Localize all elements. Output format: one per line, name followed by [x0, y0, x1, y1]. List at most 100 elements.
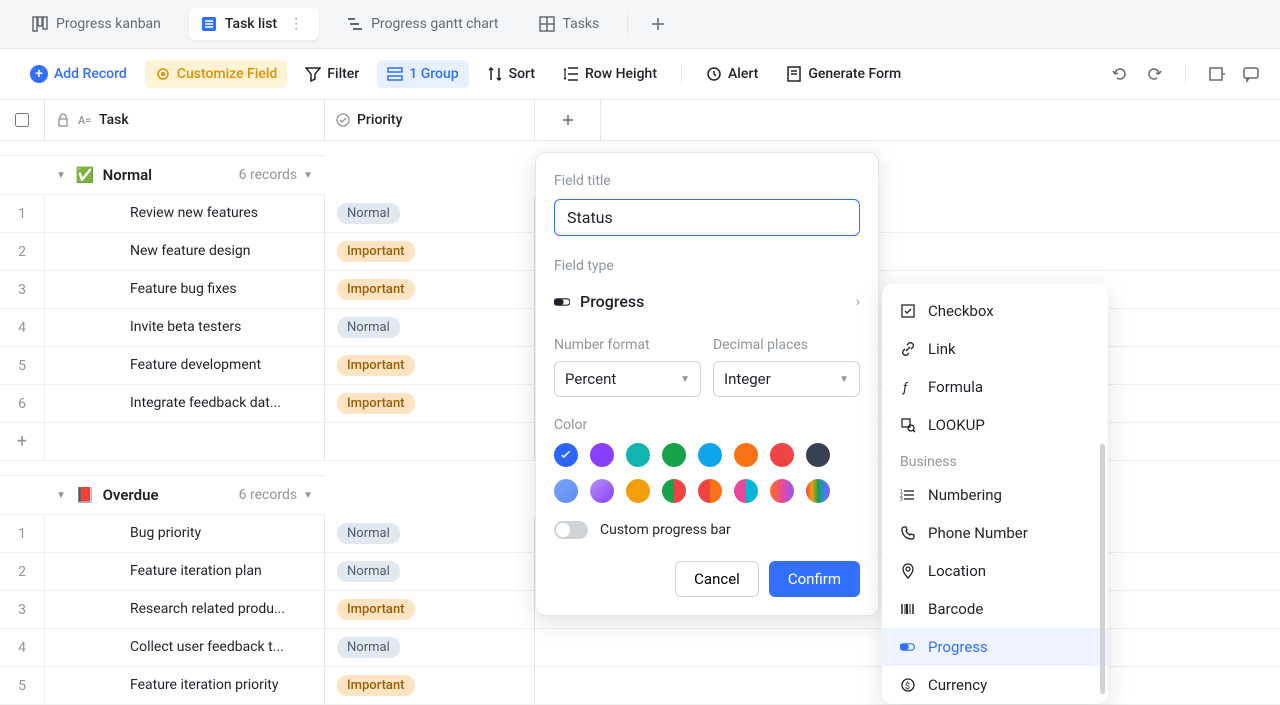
type-option-location[interactable]: Location — [882, 552, 1108, 590]
toolbar-label: 1 Group — [409, 66, 458, 82]
row-height-icon — [563, 66, 579, 82]
cancel-button[interactable]: Cancel — [675, 561, 759, 597]
toolbar-label: Sort — [509, 66, 535, 82]
type-option-formula[interactable]: ƒ Formula — [882, 368, 1108, 406]
group-header[interactable]: ▼ 📕 Overdue 6 records ▼ — [0, 475, 325, 515]
confirm-button[interactable]: Confirm — [769, 561, 860, 597]
priority-cell[interactable]: Important — [325, 271, 535, 308]
priority-cell[interactable]: Normal — [325, 553, 535, 590]
add-tab-button[interactable] — [644, 10, 672, 38]
color-swatch[interactable] — [734, 443, 758, 467]
priority-cell[interactable]: Normal — [325, 515, 535, 552]
chevron-down-icon: ▼ — [680, 374, 690, 385]
priority-cell[interactable]: Important — [325, 233, 535, 270]
priority-cell[interactable]: Important — [325, 591, 535, 628]
toolbar-label: Row Height — [585, 66, 657, 82]
color-swatch[interactable] — [590, 479, 614, 503]
field-title-input[interactable] — [554, 199, 860, 236]
color-swatch[interactable] — [770, 479, 794, 503]
type-option-link[interactable]: Link — [882, 330, 1108, 368]
tab-progress-kanban[interactable]: Progress kanban — [20, 8, 173, 40]
row-index: 6 — [0, 385, 45, 422]
type-option-checkbox[interactable]: Checkbox — [882, 292, 1108, 330]
task-cell[interactable]: Review new features — [45, 195, 325, 232]
priority-cell[interactable]: Normal — [325, 309, 535, 346]
number-format-select[interactable]: Percent ▼ — [554, 361, 701, 397]
svg-text:$: $ — [905, 681, 910, 692]
priority-cell[interactable]: Important — [325, 347, 535, 384]
task-cell[interactable]: Research related produ... — [45, 591, 325, 628]
sort-button[interactable]: Sort — [477, 60, 545, 88]
priority-cell[interactable]: Important — [325, 667, 535, 704]
color-swatch[interactable] — [554, 479, 578, 503]
color-swatch[interactable] — [698, 479, 722, 503]
task-cell[interactable]: Integrate feedback dat... — [45, 385, 325, 422]
toolbar-right — [1111, 65, 1260, 83]
row-height-button[interactable]: Row Height — [553, 60, 667, 88]
tab-task-list[interactable]: Task list ⋮ — [189, 8, 319, 40]
priority-cell[interactable]: Important — [325, 385, 535, 422]
task-cell[interactable]: New feature design — [45, 233, 325, 270]
group-button[interactable]: 1 Group — [377, 60, 468, 88]
filter-button[interactable]: Filter — [295, 60, 369, 88]
column-header-priority[interactable]: Priority — [325, 100, 535, 140]
add-column-button[interactable] — [535, 100, 601, 140]
color-swatch[interactable] — [554, 443, 578, 467]
task-cell[interactable]: Feature iteration priority — [45, 667, 325, 704]
redo-icon[interactable] — [1145, 65, 1163, 83]
custom-progress-toggle[interactable] — [554, 521, 588, 539]
column-label: Task — [99, 112, 129, 128]
priority-cell[interactable]: Normal — [325, 195, 535, 232]
type-label: Numbering — [928, 486, 1002, 504]
type-option-barcode[interactable]: Barcode — [882, 590, 1108, 628]
tab-tasks[interactable]: Tasks — [527, 8, 612, 40]
color-swatch[interactable] — [590, 443, 614, 467]
task-cell[interactable]: Feature iteration plan — [45, 553, 325, 590]
type-label: Checkbox — [928, 302, 994, 320]
customize-field-button[interactable]: Customize Field — [145, 60, 287, 88]
tab-progress-gantt[interactable]: Progress gantt chart — [335, 8, 510, 40]
color-swatch[interactable] — [626, 479, 650, 503]
color-swatch[interactable] — [734, 479, 758, 503]
add-record-button[interactable]: + Add Record — [20, 59, 137, 89]
priority-badge: Normal — [337, 637, 400, 658]
search-icon[interactable] — [1208, 65, 1226, 83]
row-index: 4 — [0, 629, 45, 666]
color-swatch[interactable] — [698, 443, 722, 467]
priority-cell[interactable]: Normal — [325, 629, 535, 666]
color-swatch[interactable] — [806, 479, 830, 503]
select-all-checkbox[interactable] — [0, 100, 45, 140]
group-header[interactable]: ▼ ✅ Normal 6 records ▼ — [0, 155, 325, 195]
type-option-lookup[interactable]: LOOKUP — [882, 406, 1108, 444]
type-option-progress[interactable]: Progress — [882, 628, 1108, 666]
column-header-task[interactable]: A= Task — [45, 100, 325, 140]
row-index: 1 — [0, 515, 45, 552]
task-cell[interactable]: Collect user feedback t... — [45, 629, 325, 666]
color-swatch[interactable] — [662, 479, 686, 503]
undo-icon[interactable] — [1111, 65, 1129, 83]
decimal-places-select[interactable]: Integer ▼ — [713, 361, 860, 397]
color-swatch[interactable] — [662, 443, 686, 467]
priority-badge: Important — [337, 279, 415, 300]
link-icon — [900, 341, 916, 357]
generate-form-button[interactable]: Generate Form — [776, 60, 911, 88]
decimal-places-label: Decimal places — [713, 337, 860, 353]
task-cell[interactable]: Feature bug fixes — [45, 271, 325, 308]
task-cell[interactable]: Invite beta testers — [45, 309, 325, 346]
add-row-button[interactable]: + — [0, 423, 45, 460]
svg-text:A=: A= — [78, 114, 91, 127]
field-type-selector[interactable]: Progress › — [554, 284, 860, 319]
task-cell[interactable]: Feature development — [45, 347, 325, 384]
alert-button[interactable]: Alert — [696, 60, 768, 88]
color-swatch[interactable] — [770, 443, 794, 467]
type-label: Link — [928, 340, 956, 358]
type-option-phone[interactable]: Phone Number — [882, 514, 1108, 552]
color-swatch[interactable] — [626, 443, 650, 467]
type-option-numbering[interactable]: 123 Numbering — [882, 476, 1108, 514]
color-swatch[interactable] — [806, 443, 830, 467]
type-option-currency[interactable]: $ Currency — [882, 666, 1108, 704]
scrollbar[interactable] — [1100, 444, 1105, 694]
comment-icon[interactable] — [1242, 65, 1260, 83]
task-cell[interactable]: Bug priority — [45, 515, 325, 552]
more-icon[interactable]: ⋮ — [285, 16, 307, 32]
